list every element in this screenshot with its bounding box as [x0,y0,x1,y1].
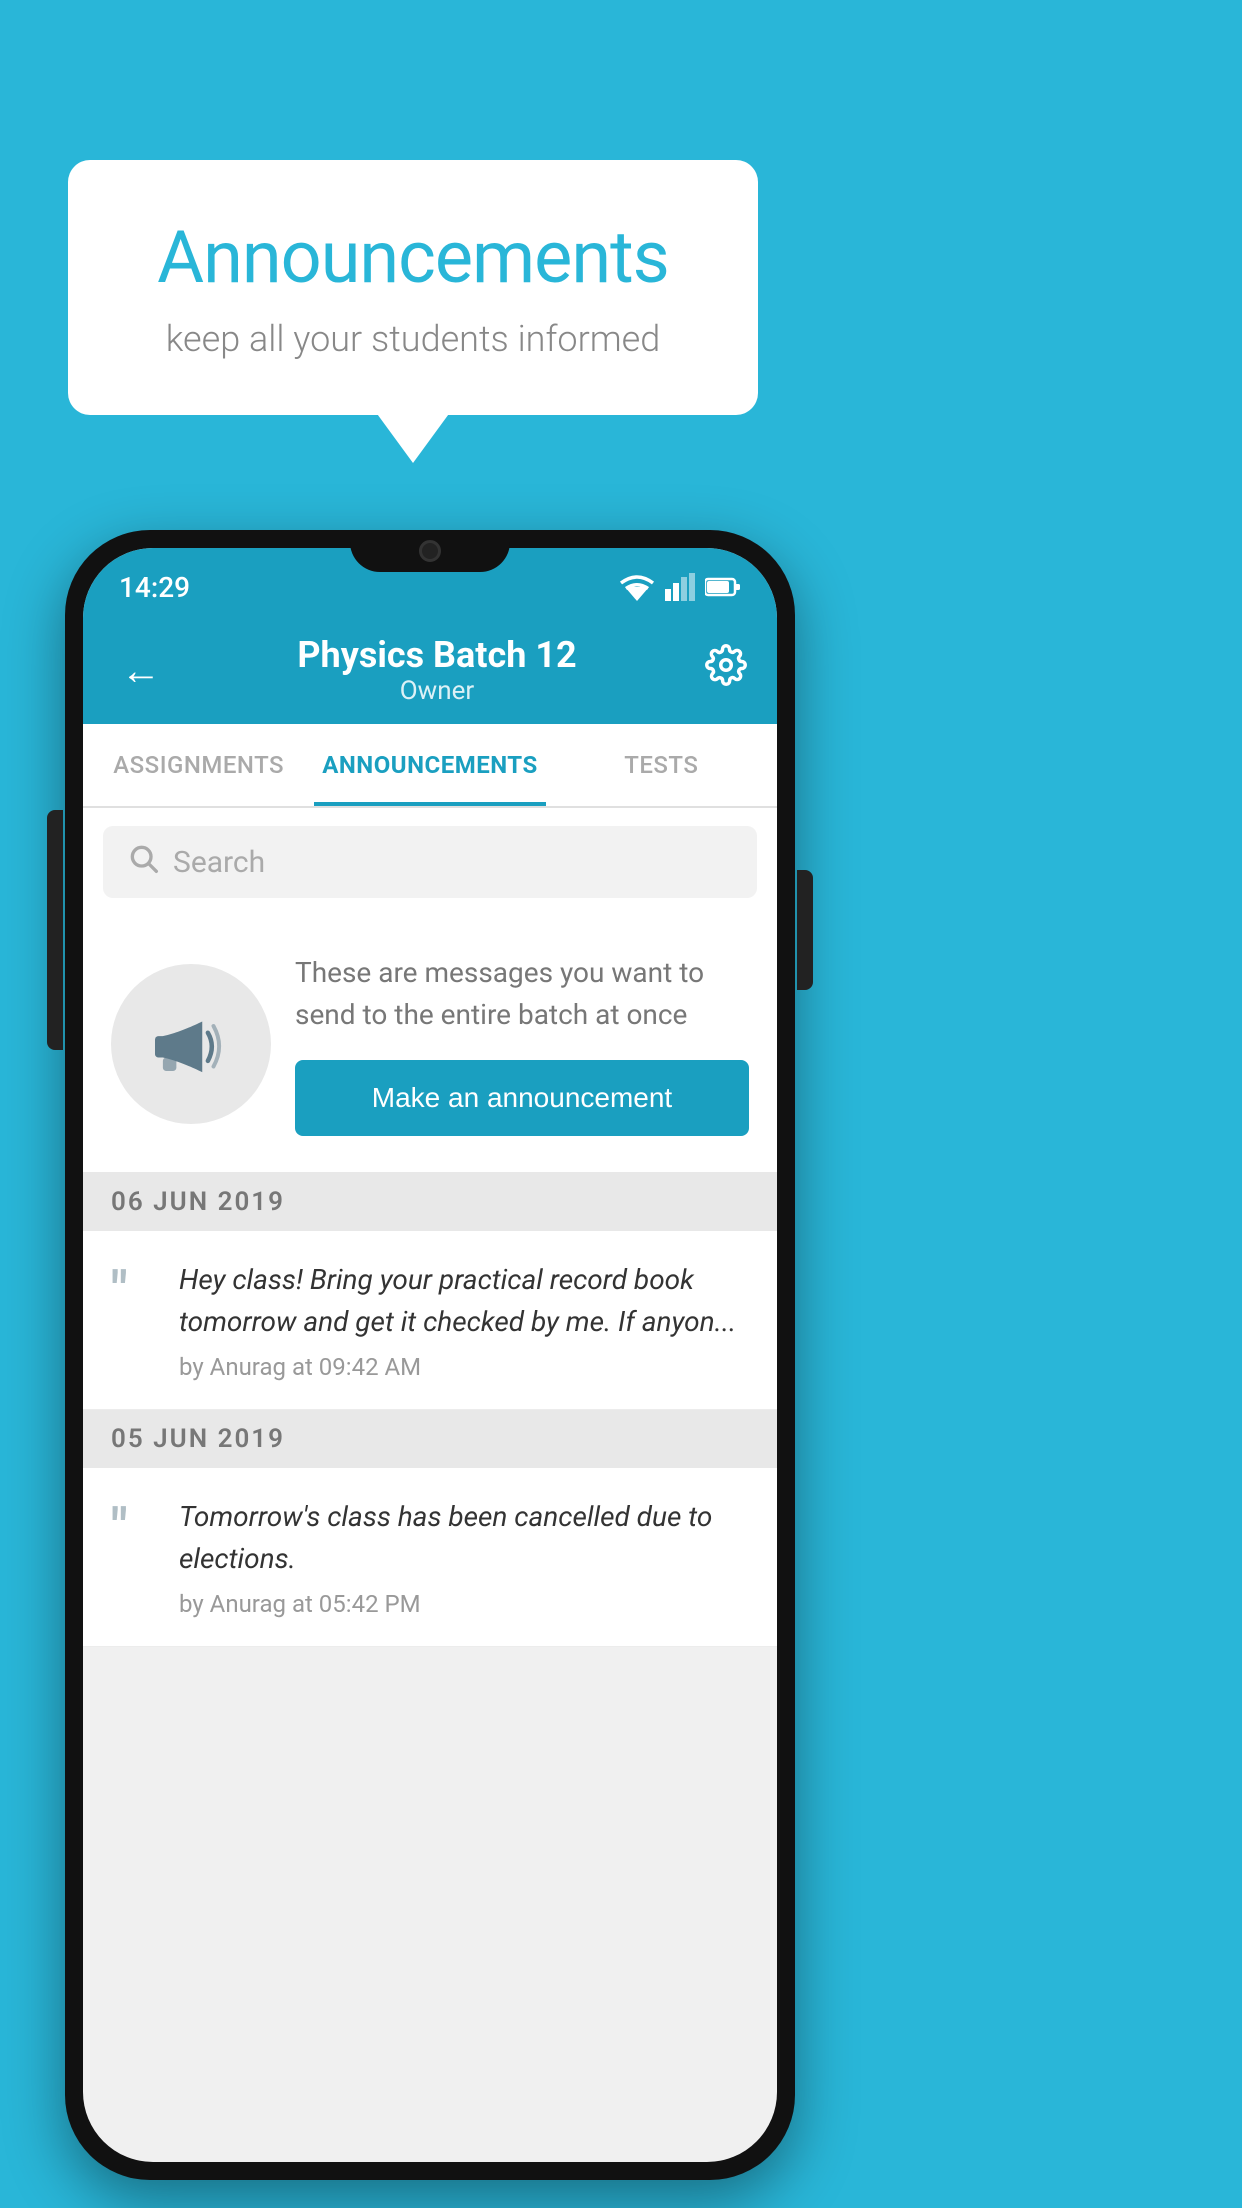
announcement-meta-2: by Anurag at 05:42 PM [179,1590,749,1618]
tabs-bar: ASSIGNMENTS ANNOUNCEMENTS TESTS [83,724,777,808]
announcement-text-1: Hey class! Bring your practical record b… [179,1259,749,1343]
announcement-content-2: Tomorrow's class has been cancelled due … [179,1496,749,1618]
promo-content: These are messages you want to send to t… [295,952,749,1136]
settings-button[interactable] [705,644,747,696]
search-bar[interactable]: Search [103,826,757,898]
search-placeholder: Search [173,845,265,880]
promo-description: These are messages you want to send to t… [295,952,749,1036]
speech-bubble-card: Announcements keep all your students inf… [68,160,758,415]
app-toolbar: ← Physics Batch 12 Owner [83,616,777,724]
announcements-title: Announcements [128,215,698,300]
announcement-item-1: " Hey class! Bring your practical record… [83,1231,777,1410]
back-button[interactable]: ← [113,647,169,694]
announcement-icon-circle [111,964,271,1124]
toolbar-subtitle: Owner [297,676,576,706]
toolbar-title: Physics Batch 12 [297,634,576,676]
toolbar-title-group: Physics Batch 12 Owner [297,634,576,706]
announcement-content-1: Hey class! Bring your practical record b… [179,1259,749,1381]
wifi-icon [619,573,655,601]
battery-icon [705,576,741,598]
quote-icon-1: " [111,1265,159,1381]
announcement-meta-1: by Anurag at 09:42 AM [179,1353,749,1381]
status-time: 14:29 [119,571,190,604]
search-icon [127,842,159,882]
tab-tests[interactable]: TESTS [546,724,777,806]
camera-dot [419,540,441,562]
tab-announcements[interactable]: ANNOUNCEMENTS [314,724,545,806]
announcement-text-2: Tomorrow's class has been cancelled due … [179,1496,749,1580]
announcement-item-2: " Tomorrow's class has been cancelled du… [83,1468,777,1647]
date-separator-2: 05 JUN 2019 [83,1410,777,1468]
status-icons [619,573,741,601]
make-announcement-button[interactable]: Make an announcement [295,1060,749,1136]
date-separator-1: 06 JUN 2019 [83,1173,777,1231]
phone-notch [350,530,510,572]
promo-block: These are messages you want to send to t… [83,916,777,1173]
megaphone-icon [146,999,236,1089]
announcements-subtitle: keep all your students informed [128,318,698,360]
tab-assignments[interactable]: ASSIGNMENTS [83,724,314,806]
signal-icon [665,573,695,601]
search-bar-container: Search [83,808,777,916]
quote-icon-2: " [111,1502,159,1618]
phone-mockup: 14:29 [65,530,795,2180]
